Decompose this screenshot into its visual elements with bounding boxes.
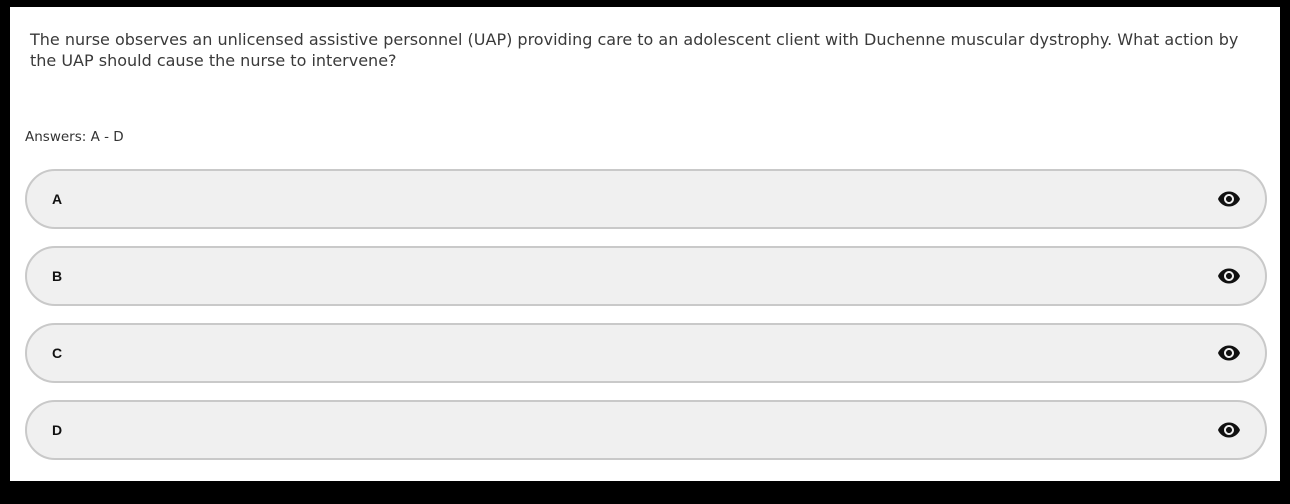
answer-option-a[interactable]: A	[25, 169, 1267, 229]
answer-option-c[interactable]: C	[25, 323, 1267, 383]
answer-options-list: A B C D	[25, 169, 1267, 477]
eye-icon[interactable]	[1217, 187, 1241, 211]
option-letter: B	[52, 268, 63, 284]
answer-option-b[interactable]: B	[25, 246, 1267, 306]
answers-label: Answers: A - D	[25, 129, 124, 145]
option-letter: C	[52, 345, 63, 361]
option-letter: D	[52, 422, 63, 438]
answer-option-d[interactable]: D	[25, 400, 1267, 460]
eye-icon[interactable]	[1217, 418, 1241, 442]
question-card: The nurse observes an unlicensed assisti…	[10, 7, 1280, 481]
question-text: The nurse observes an unlicensed assisti…	[30, 30, 1239, 70]
eye-icon[interactable]	[1217, 264, 1241, 288]
option-letter: A	[52, 191, 63, 207]
eye-icon[interactable]	[1217, 341, 1241, 365]
